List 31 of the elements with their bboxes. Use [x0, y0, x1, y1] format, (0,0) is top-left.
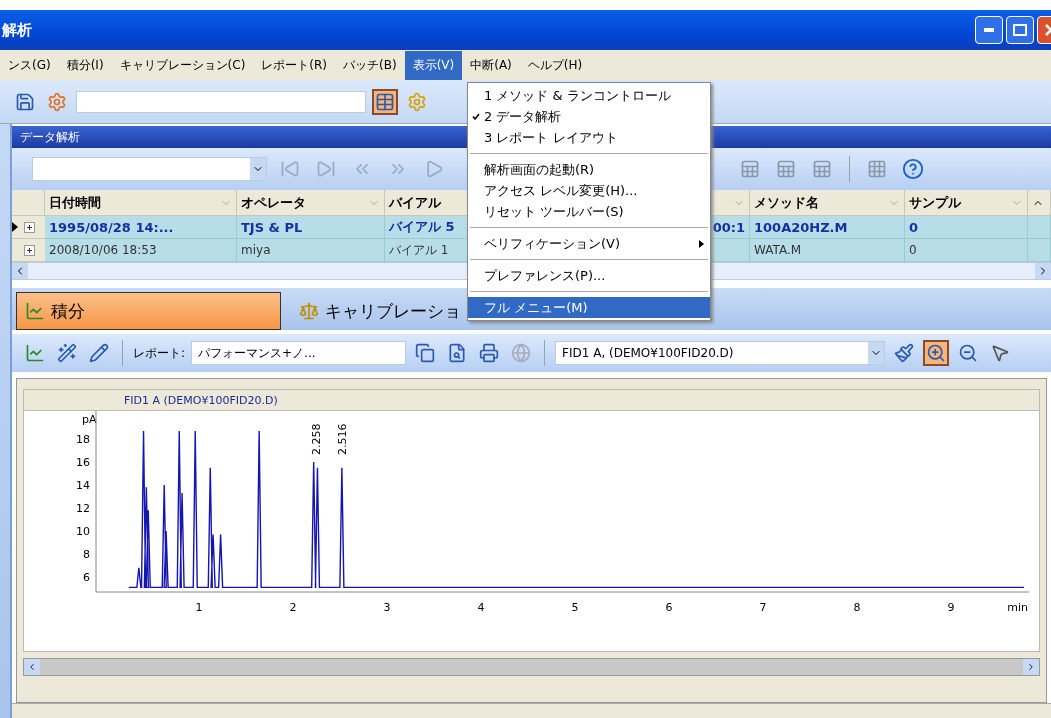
x-tick-label: 4	[477, 601, 485, 614]
y-tick-label: 16	[76, 456, 90, 469]
table-cell: WATA.M	[750, 239, 905, 262]
x-tick-label: 3	[383, 601, 391, 614]
y-tick-label: 10	[76, 525, 90, 538]
table-cell: miya	[237, 239, 385, 262]
y-tick-label: 18	[76, 433, 90, 446]
y-tick-label: 8	[83, 548, 90, 561]
x-tick-label: 1	[195, 601, 203, 614]
x-tick-label: 7	[759, 601, 767, 614]
y-unit: pA	[82, 413, 97, 426]
y-tick-label: 6	[83, 571, 90, 584]
x-unit: min	[1007, 601, 1028, 614]
x-tick-label: 9	[947, 601, 955, 614]
table-cell: 1995/08/28 14:...	[45, 216, 237, 239]
chart-title: FID1 A (DEMO¥100FID20.D)	[23, 389, 1040, 411]
peak-label: 2.258	[309, 423, 323, 456]
x-tick-label: 8	[853, 601, 861, 614]
table-cell: 0	[905, 216, 1028, 239]
peak-label: 2.516	[335, 423, 349, 456]
report-label: レポート:	[133, 344, 186, 362]
y-tick-label: 12	[76, 502, 90, 515]
table-cell: TJS & PL	[237, 216, 385, 239]
table-cell: 0	[905, 239, 1028, 262]
x-tick-label: 6	[665, 601, 673, 614]
window-title: 解析	[2, 20, 32, 40]
table-cell: 100A20HZ.M	[750, 216, 905, 239]
x-tick-label: 2	[289, 601, 297, 614]
table-cell: 2008/10/06 18:53	[45, 239, 237, 262]
y-tick-label: 14	[76, 479, 90, 492]
x-tick-label: 5	[571, 601, 579, 614]
